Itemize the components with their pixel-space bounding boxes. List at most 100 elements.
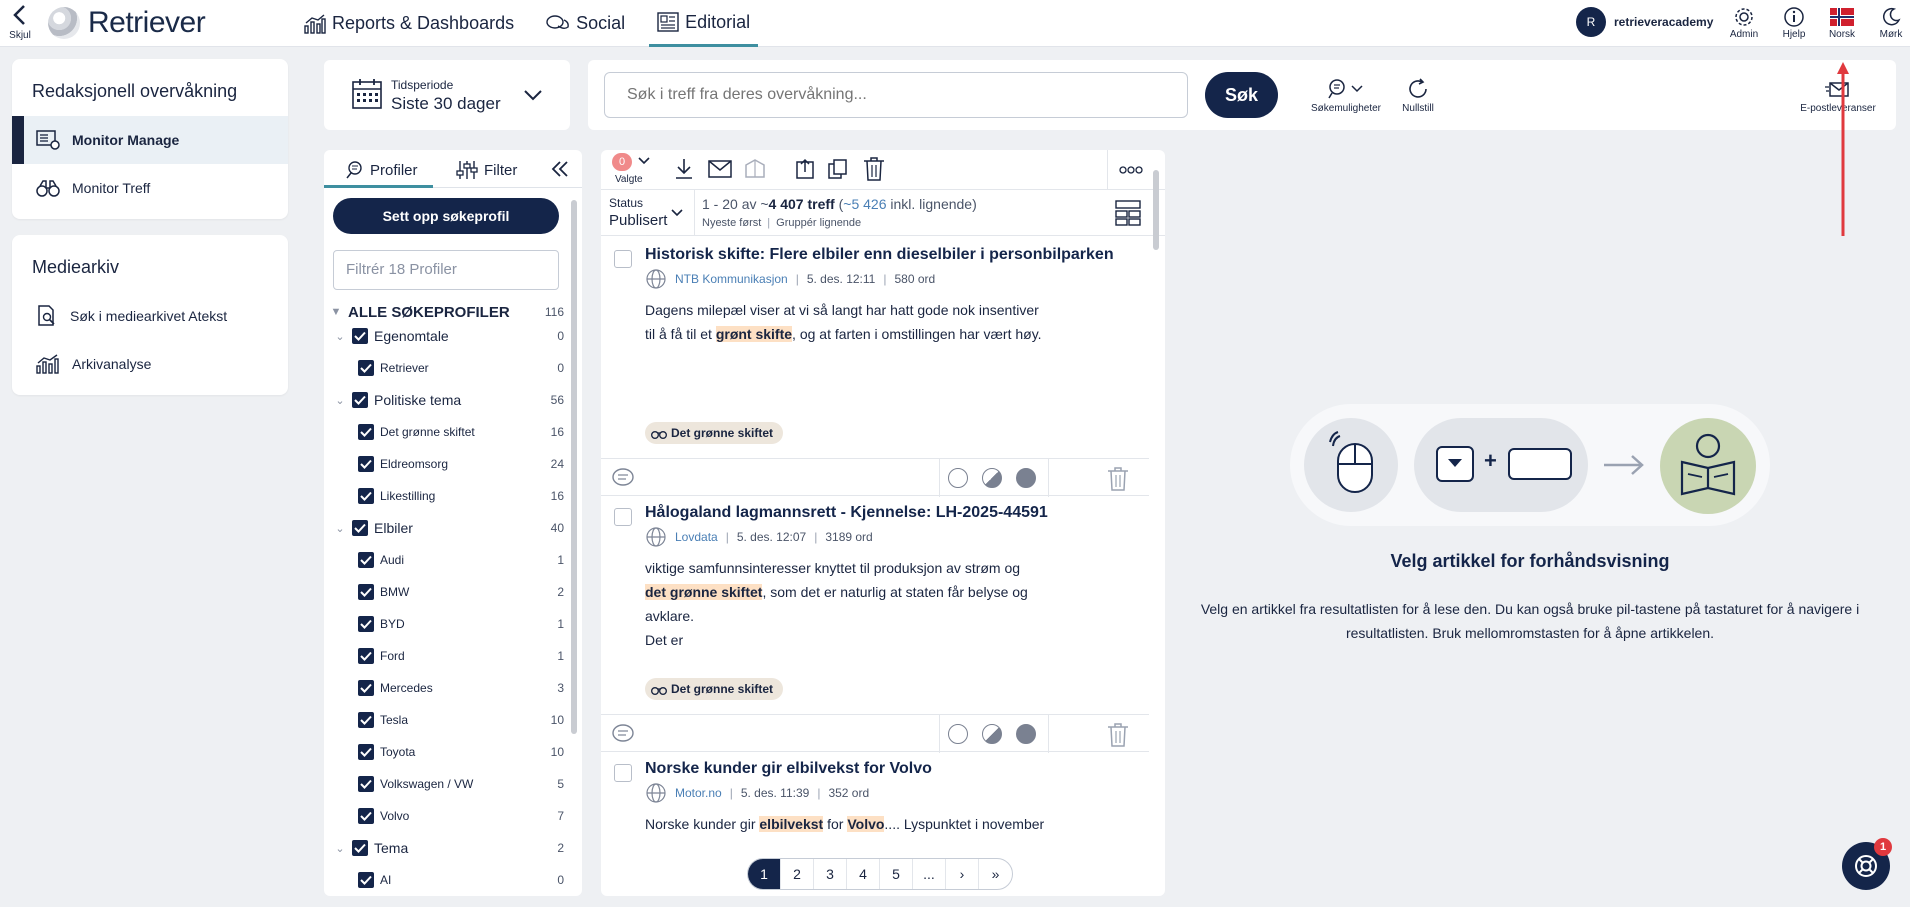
checkbox-checked-icon[interactable] [358, 616, 374, 632]
status-dropdown[interactable]: Publisert [609, 212, 667, 229]
user-menu[interactable]: R retrieveracademy [1576, 7, 1713, 37]
checkbox-checked-icon[interactable] [352, 520, 368, 536]
profile-tag[interactable]: Det grønne skiftet [645, 422, 784, 444]
sidebar-item-monitor-treff[interactable]: Monitor Treff [12, 164, 288, 212]
setup-search-profile-button[interactable]: Sett opp søkeprofil [333, 198, 559, 234]
tree-group[interactable]: ⌄ Politiske tema 56 [324, 388, 570, 412]
hide-sidebar-button[interactable]: Skjul [8, 4, 32, 41]
comment-icon[interactable] [611, 467, 635, 489]
checkbox-checked-icon[interactable] [352, 328, 368, 344]
similar-count[interactable]: ~5 426 [843, 196, 886, 212]
language-button[interactable]: Norsk [1820, 5, 1864, 40]
tree-item[interactable]: Audi 1 [324, 548, 570, 572]
sentiment-neutral-button[interactable] [982, 724, 1002, 744]
comment-icon[interactable] [611, 723, 635, 745]
chevron-down-icon[interactable] [670, 208, 684, 218]
layout-toggle-icon[interactable] [1115, 200, 1141, 226]
page-button[interactable]: 4 [847, 859, 880, 889]
retriever-logo[interactable]: Retriever [48, 6, 206, 40]
admin-button[interactable]: Admin [1722, 5, 1766, 40]
checkbox-checked-icon[interactable] [358, 872, 374, 888]
article-title[interactable]: Norske kunder gir elbilvekst for Volvo [645, 760, 932, 778]
tree-item[interactable]: AI 0 [324, 868, 570, 892]
tree-group[interactable]: ⌄ Egenomtale 0 [324, 324, 570, 348]
result-article[interactable]: Norske kunder gir elbilvekst for Volvo M… [601, 752, 1149, 852]
trash-icon[interactable] [1107, 723, 1129, 747]
sidebar-item-search-archive[interactable]: Søk i mediearkivet Atekst [12, 292, 288, 340]
tab-profiles[interactable]: Profiler [344, 160, 418, 180]
search-options-button[interactable]: Søkemuligheter [1308, 78, 1384, 114]
tree-item[interactable]: Eldreomsorg 24 [324, 452, 570, 476]
copy-icon[interactable] [827, 158, 849, 180]
period-selector[interactable]: Tidsperiode Siste 30 dager [324, 60, 570, 130]
nav-reports-dashboards[interactable]: Reports & Dashboards [296, 0, 522, 47]
checkbox-checked-icon[interactable] [352, 392, 368, 408]
article-checkbox[interactable] [614, 250, 632, 268]
page-button[interactable]: › [946, 859, 979, 889]
tree-group[interactable]: ⌄ Tema 2 [324, 836, 570, 860]
tree-item[interactable]: Mercedes 3 [324, 676, 570, 700]
trash-icon[interactable] [863, 157, 885, 181]
dark-mode-button[interactable]: Mørk [1869, 5, 1910, 40]
trash-icon[interactable] [1107, 467, 1129, 491]
checkbox-checked-icon[interactable] [358, 712, 374, 728]
tree-item[interactable]: Ford 1 [324, 644, 570, 668]
checkbox-checked-icon[interactable] [358, 360, 374, 376]
checkbox-checked-icon[interactable] [358, 552, 374, 568]
tree-group[interactable]: ⌄ Elbiler 40 [324, 516, 570, 540]
sentiment-neutral-button[interactable] [982, 468, 1002, 488]
tree-root-all-profiles[interactable]: ▼ ALLE SØKEPROFILER 116 [324, 300, 570, 324]
tab-filter[interactable]: Filter [456, 160, 517, 180]
article-title[interactable]: Historisk skifte: Flere elbiler enn dies… [645, 246, 1114, 264]
tree-item[interactable]: BYD 1 [324, 612, 570, 636]
export-icon[interactable] [795, 158, 817, 180]
page-button[interactable]: 2 [781, 859, 814, 889]
download-icon[interactable] [674, 158, 694, 180]
article-checkbox[interactable] [614, 508, 632, 526]
results-scrollbar[interactable] [1153, 170, 1159, 250]
sentiment-positive-button[interactable] [948, 468, 968, 488]
sidebar-item-monitor-manage[interactable]: Monitor Manage [12, 116, 288, 164]
search-button[interactable]: Søk [1205, 72, 1278, 118]
tree-item[interactable]: Tesla 10 [324, 708, 570, 732]
checkbox-checked-icon[interactable] [358, 456, 374, 472]
article-source[interactable]: NTB Kommunikasjon [675, 272, 788, 286]
checkbox-checked-icon[interactable] [358, 680, 374, 696]
checkbox-checked-icon[interactable] [358, 744, 374, 760]
checkbox-checked-icon[interactable] [358, 776, 374, 792]
sidebar-item-archive-analysis[interactable]: Arkivanalyse [12, 340, 288, 388]
sentiment-negative-button[interactable] [1016, 724, 1036, 744]
checkbox-checked-icon[interactable] [352, 840, 368, 856]
nav-social[interactable]: Social [538, 0, 633, 47]
sort-newest[interactable]: Nyeste først [702, 217, 761, 229]
more-options-icon[interactable] [1119, 166, 1143, 174]
page-button[interactable]: 1 [748, 859, 781, 889]
article-source[interactable]: Lovdata [675, 530, 718, 544]
chevron-down-icon[interactable]: ⌄ [332, 330, 348, 343]
article-checkbox[interactable] [614, 764, 632, 782]
page-button[interactable]: 3 [814, 859, 847, 889]
checkbox-checked-icon[interactable] [358, 808, 374, 824]
tree-item[interactable]: Volvo 7 [324, 804, 570, 828]
tree-item[interactable]: Retriever 0 [324, 356, 570, 380]
search-input[interactable] [604, 72, 1188, 118]
help-button[interactable]: Hjelp [1772, 5, 1816, 40]
tree-item[interactable]: Volkswagen / VW 5 [324, 772, 570, 796]
profile-filter-input[interactable]: Filtrér 18 Profiler [333, 250, 559, 290]
article-source[interactable]: Motor.no [675, 786, 722, 800]
tree-item[interactable]: Toyota 10 [324, 740, 570, 764]
sentiment-positive-button[interactable] [948, 724, 968, 744]
chevron-down-icon[interactable]: ▼ [328, 306, 344, 318]
chevron-down-icon[interactable]: ⌄ [332, 522, 348, 535]
tree-item[interactable]: BMW 2 [324, 580, 570, 604]
result-article[interactable]: Historisk skifte: Flere elbiler enn dies… [601, 236, 1149, 458]
page-button[interactable]: » [979, 859, 1012, 889]
reset-button[interactable]: Nullstill [1393, 78, 1443, 114]
nav-editorial[interactable]: Editorial [649, 0, 759, 47]
page-button[interactable]: ... [913, 859, 946, 889]
mail-icon[interactable] [708, 160, 732, 178]
collapse-panel-icon[interactable] [550, 159, 570, 179]
checkbox-checked-icon[interactable] [358, 584, 374, 600]
sentiment-negative-button[interactable] [1016, 468, 1036, 488]
chevron-down-icon[interactable] [637, 156, 651, 166]
